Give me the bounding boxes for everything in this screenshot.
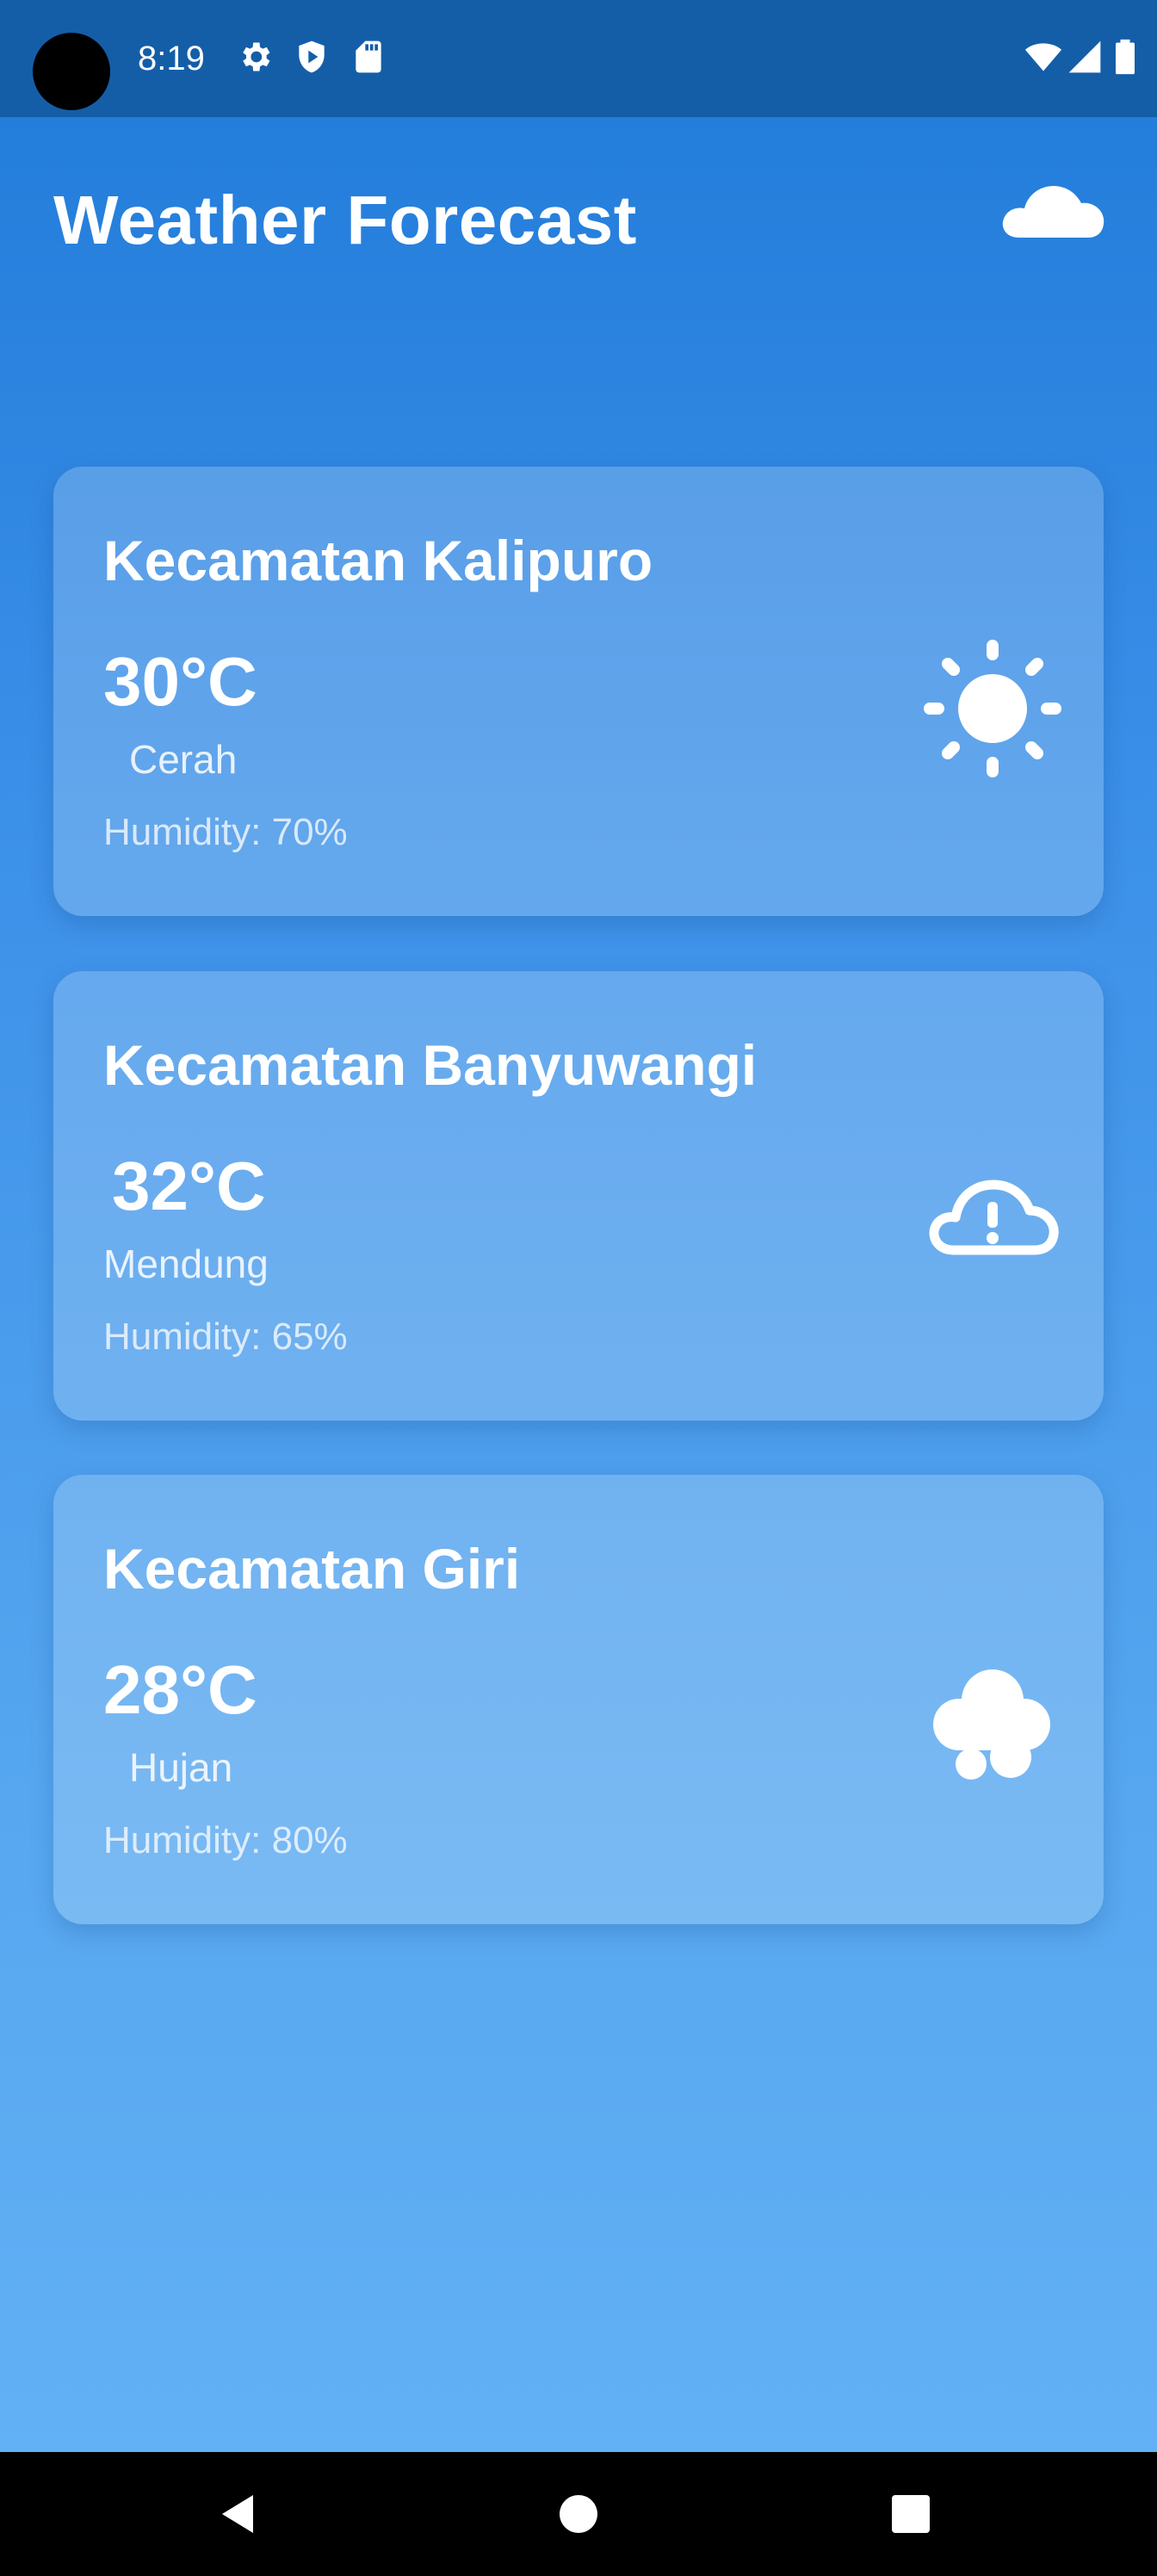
card-condition: Mendung	[103, 1242, 269, 1286]
card-temperature: 32°C	[112, 1148, 266, 1224]
cloud-alert-icon	[919, 1140, 1066, 1286]
card-humidity: Humidity: 70%	[103, 811, 348, 853]
navigation-bar	[0, 2452, 1157, 2576]
battery-icon	[1111, 38, 1140, 76]
sun-icon	[919, 635, 1066, 782]
shield-play-icon	[293, 38, 331, 76]
cloud-icon	[999, 164, 1107, 246]
card-temperature: 28°C	[103, 1651, 257, 1728]
card-humidity: Humidity: 80%	[103, 1819, 348, 1861]
wifi-icon	[1023, 38, 1064, 76]
rain-cloud-icon	[919, 1644, 1066, 1790]
back-icon[interactable]	[208, 2483, 270, 2545]
page-title: Weather Forecast	[53, 182, 637, 258]
status-time: 8:19	[138, 40, 205, 77]
recents-icon[interactable]	[880, 2483, 942, 2545]
weather-card-giri[interactable]: Kecamatan Giri 28°C Hujan Humidity: 80%	[53, 1475, 1104, 1924]
card-humidity: Humidity: 65%	[103, 1316, 348, 1358]
card-location: Kecamatan Kalipuro	[103, 529, 653, 592]
card-location: Kecamatan Banyuwangi	[103, 1033, 758, 1097]
weather-card-kalipuro[interactable]: Kecamatan Kalipuro 30°C Cerah Humidity: …	[53, 467, 1104, 916]
home-icon[interactable]	[548, 2483, 609, 2545]
camera-cutout	[33, 33, 110, 110]
sd-card-icon	[350, 38, 387, 76]
status-bar: 8:19	[0, 0, 1157, 117]
weather-card-banyuwangi[interactable]: Kecamatan Banyuwangi 32°C Mendung Humidi…	[53, 971, 1104, 1421]
card-condition: Hujan	[129, 1745, 233, 1790]
card-temperature: 30°C	[103, 643, 257, 720]
card-condition: Cerah	[129, 737, 238, 782]
gear-icon	[236, 38, 274, 76]
card-location: Kecamatan Giri	[103, 1537, 521, 1601]
cell-signal-icon	[1066, 38, 1104, 76]
